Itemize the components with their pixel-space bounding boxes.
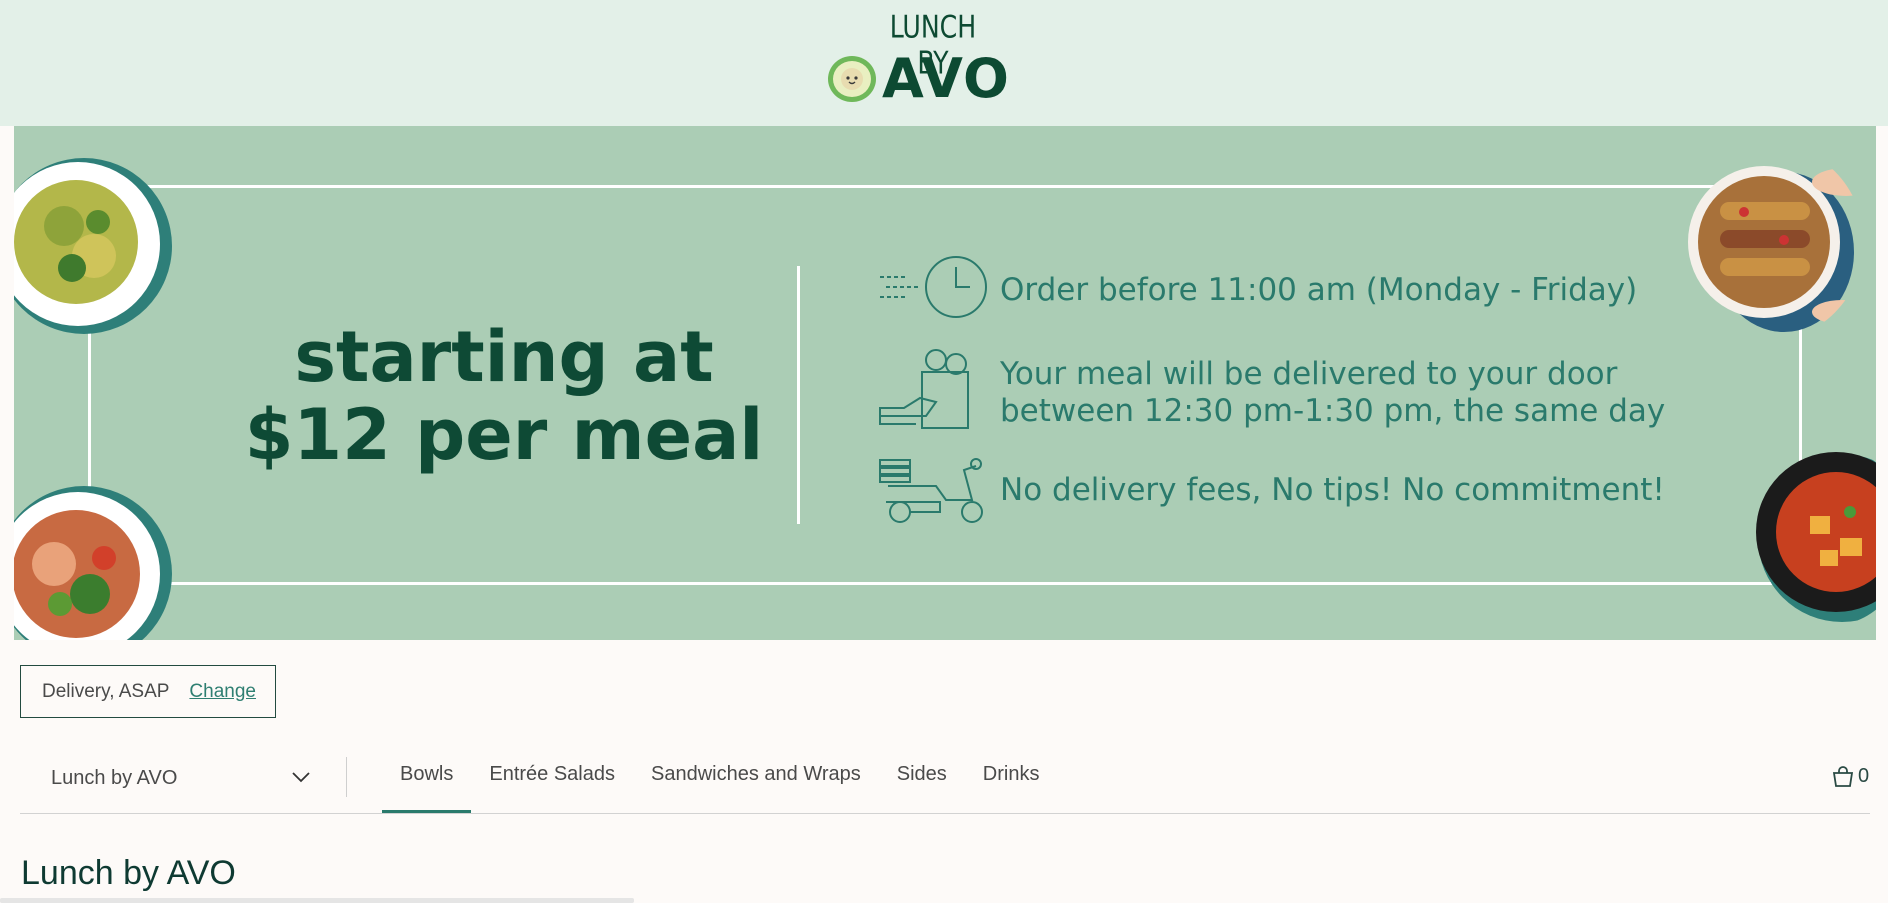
cart-count: 0 bbox=[1858, 765, 1870, 787]
change-delivery-link[interactable]: Change bbox=[189, 681, 256, 703]
avocado-icon bbox=[828, 56, 876, 102]
category-tabs: Bowls Entrée Salads Sandwiches and Wraps… bbox=[382, 757, 1057, 813]
scooter-icon bbox=[879, 458, 983, 523]
cart-button[interactable]: 0 bbox=[1832, 765, 1869, 788]
banner-divider bbox=[797, 266, 800, 524]
tab-sides[interactable]: Sides bbox=[879, 757, 965, 813]
feature-no-fees: No delivery fees, No tips! No commitment… bbox=[1000, 472, 1665, 509]
promo-banner: starting at $12 per meal Order before 11… bbox=[14, 126, 1876, 640]
shopping-bag-icon bbox=[1832, 765, 1854, 787]
scroll-shadow bbox=[0, 898, 634, 903]
feature-no-fees-text: No delivery fees, No tips! No commitment… bbox=[1000, 472, 1665, 508]
logo-wordmark: AVO bbox=[882, 47, 1010, 110]
section-title: Lunch by AVO bbox=[21, 854, 236, 892]
tab-bowls[interactable]: Bowls bbox=[382, 757, 472, 813]
delivery-label: Delivery, ASAP bbox=[42, 680, 170, 702]
feature-order-time-text: Order before 11:00 am (Monday - Friday) bbox=[1000, 272, 1638, 308]
menu-dropdown-label: Lunch by AVO bbox=[51, 766, 178, 789]
delivery-option-box: Delivery, ASAP Change bbox=[20, 665, 276, 718]
tab-drinks[interactable]: Drinks bbox=[965, 757, 1058, 813]
clock-icon bbox=[880, 256, 987, 318]
tab-entree-salads[interactable]: Entrée Salads bbox=[471, 757, 633, 813]
menu-dropdown[interactable]: Lunch by AVO bbox=[20, 755, 320, 801]
feature-delivery-line1: Your meal will be delivered to your door bbox=[1000, 356, 1618, 392]
menu-separator bbox=[346, 757, 347, 797]
headline-line2: $12 per meal bbox=[244, 394, 764, 476]
feature-delivery-window: Your meal will be delivered to your door… bbox=[1000, 356, 1665, 430]
menu-underline bbox=[20, 813, 1870, 814]
price-headline: starting at $12 per meal bbox=[214, 318, 794, 474]
tacos-plate-image bbox=[1688, 166, 1864, 332]
feature-delivery-line2: between 12:30 pm-1:30 pm, the same day bbox=[1000, 393, 1666, 429]
chevron-down-icon bbox=[292, 772, 310, 783]
feature-order-time: Order before 11:00 am (Monday - Friday) bbox=[1000, 272, 1637, 309]
headline-line1: starting at bbox=[294, 316, 714, 398]
tab-sandwiches-and-wraps[interactable]: Sandwiches and Wraps bbox=[633, 757, 879, 813]
brand-logo[interactable]: Lunch by AVO bbox=[826, 8, 1010, 110]
delivery-bag-icon bbox=[879, 349, 969, 429]
site-header: Lunch by AVO bbox=[0, 0, 1888, 126]
